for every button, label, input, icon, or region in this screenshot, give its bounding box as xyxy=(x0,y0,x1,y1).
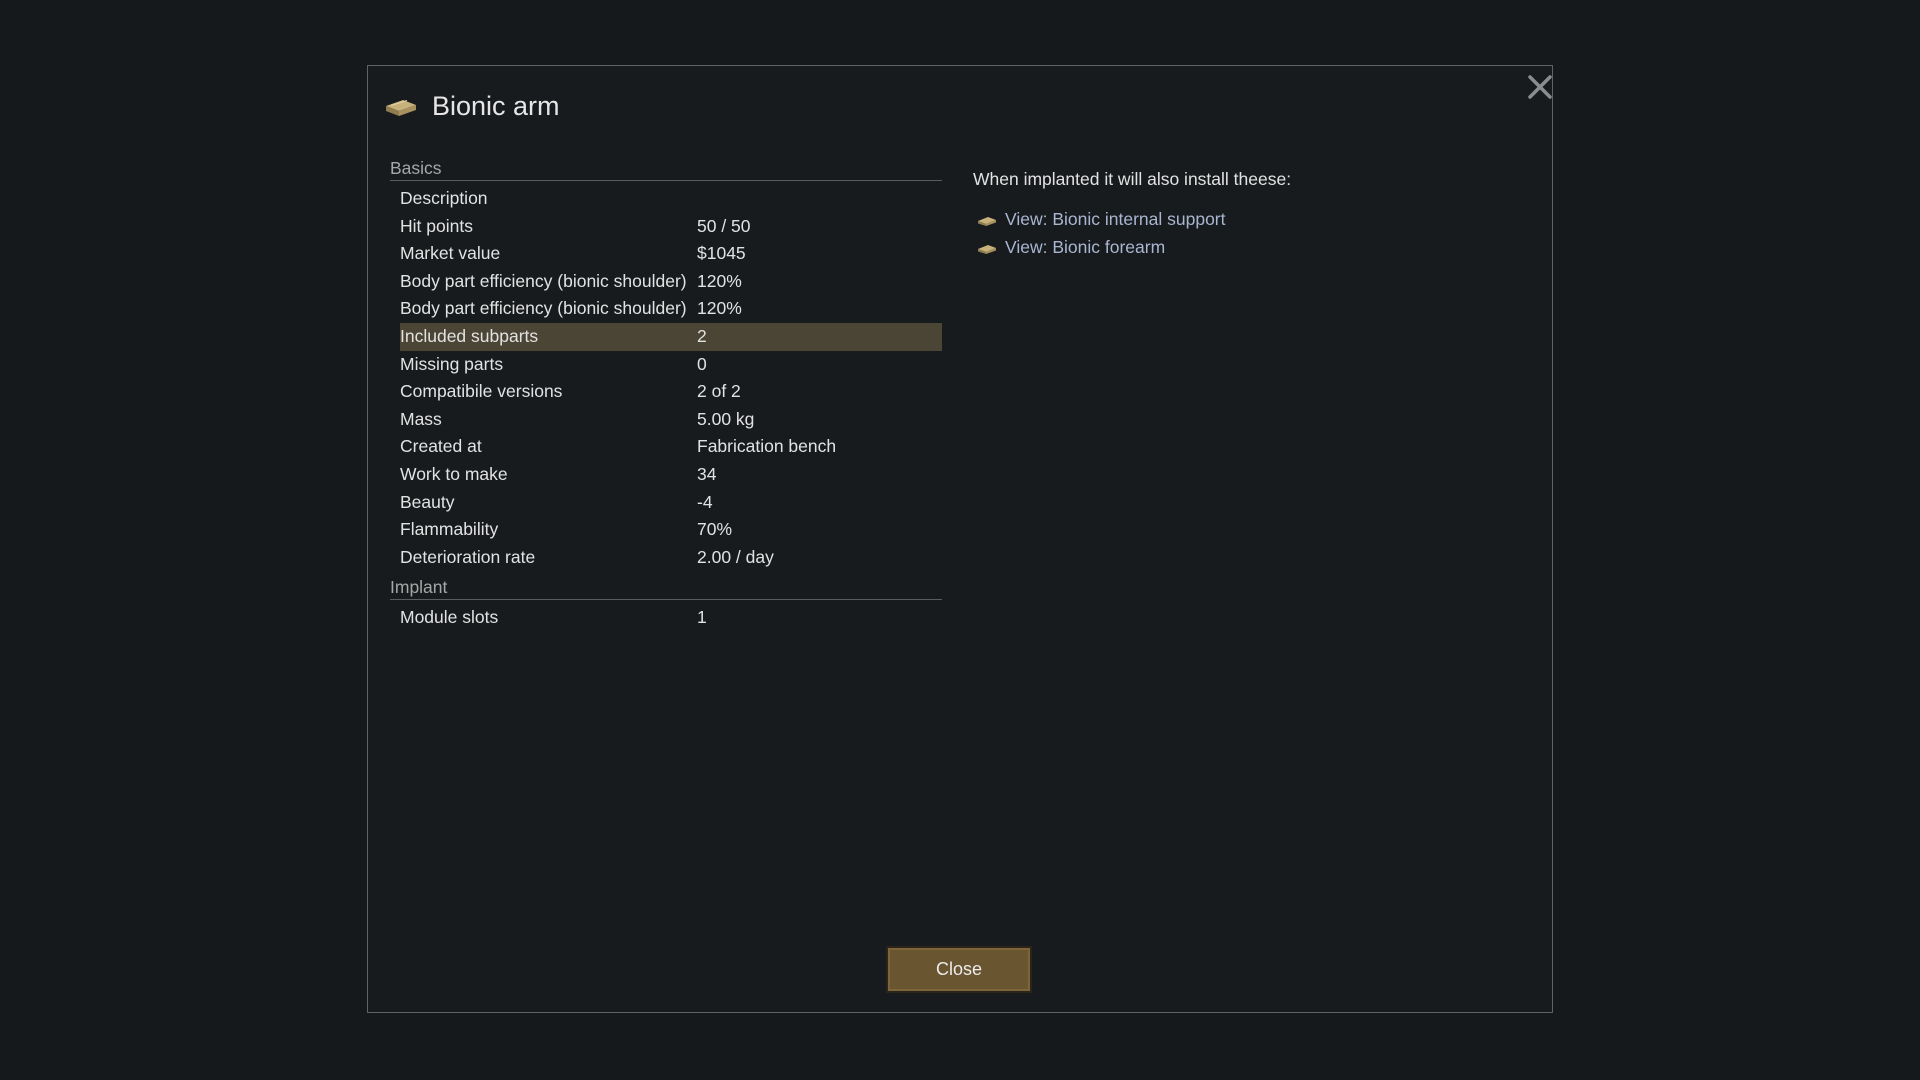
stat-label: Work to make xyxy=(400,463,508,484)
stat-row-created-at[interactable]: Created at Fabrication bench xyxy=(400,433,942,461)
stat-row-deterioration-rate[interactable]: Deterioration rate 2.00 / day xyxy=(400,544,942,572)
stat-row-module-slots[interactable]: Module slots 1 xyxy=(400,604,942,632)
stat-value: Fabrication bench xyxy=(697,436,837,457)
stat-value: 5.00 kg xyxy=(697,408,755,429)
stat-row-description[interactable]: Description xyxy=(400,185,942,213)
stat-row-missing-parts[interactable]: Missing parts 0 xyxy=(400,351,942,379)
link-label: View: Bionic internal support xyxy=(1005,208,1226,229)
stat-row-efficiency-1[interactable]: Body part efficiency (bionic shoulder) 1… xyxy=(400,268,942,296)
stat-label: Created at xyxy=(400,436,482,457)
section-header-implant: Implant xyxy=(390,576,942,601)
section-header-basics: Basics xyxy=(390,157,942,181)
stat-value: 70% xyxy=(697,519,733,540)
stat-value: 34 xyxy=(697,463,717,484)
stat-value: 120% xyxy=(697,298,742,319)
stat-row-compatible-versions[interactable]: Compatibile versions 2 of 2 xyxy=(400,378,942,406)
stat-row-hit-points[interactable]: Hit points 50 / 50 xyxy=(400,213,942,241)
title-row: Bionic arm xyxy=(383,86,560,126)
stat-value: $1045 xyxy=(697,243,746,264)
details-panel: When implanted it will also install thee… xyxy=(973,167,1513,261)
stat-row-included-subparts[interactable]: Included subparts 2 xyxy=(400,322,942,351)
stat-row-beauty[interactable]: Beauty -4 xyxy=(400,489,942,517)
stat-label: Mass xyxy=(400,408,442,429)
stat-label: Flammability xyxy=(400,519,499,540)
stat-row-efficiency-2[interactable]: Body part efficiency (bionic shoulder) 1… xyxy=(400,295,942,323)
stat-label: Description xyxy=(400,188,488,208)
bionic-part-icon xyxy=(977,240,997,254)
link-label: View: Bionic forearm xyxy=(1005,236,1166,257)
stat-row-work-to-make[interactable]: Work to make 34 xyxy=(400,461,942,489)
dialog-title: Bionic arm xyxy=(432,90,560,121)
stats-panel: Basics Description Hit points 50 / 50 Ma… xyxy=(390,157,942,632)
stat-value: 120% xyxy=(697,270,742,291)
stat-label: Included subparts xyxy=(400,325,539,346)
stat-value: 2.00 / day xyxy=(697,546,774,567)
stat-label: Market value xyxy=(400,243,501,264)
bionic-part-icon xyxy=(977,212,997,226)
stat-value: 2 xyxy=(697,325,707,346)
stat-row-market-value[interactable]: Market value $1045 xyxy=(400,240,942,268)
stat-label: Body part efficiency (bionic shoulder) xyxy=(400,270,687,291)
stat-label: Missing parts xyxy=(400,353,504,374)
stat-label: Hit points xyxy=(400,215,473,236)
link-bionic-internal-support[interactable]: View: Bionic internal support xyxy=(973,205,1513,233)
stat-value: 2 of 2 xyxy=(697,381,741,402)
stat-value: 50 / 50 xyxy=(697,215,751,236)
stat-label: Beauty xyxy=(400,491,455,512)
stat-label: Body part efficiency (bionic shoulder) xyxy=(400,298,687,319)
info-dialog: Bionic arm Basics Description Hit points… xyxy=(367,65,1553,1013)
stat-label: Module slots xyxy=(400,607,499,628)
stat-row-mass[interactable]: Mass 5.00 kg xyxy=(400,406,942,434)
stat-value: 0 xyxy=(697,353,707,374)
details-heading: When implanted it will also install thee… xyxy=(973,169,1292,189)
stat-value xyxy=(697,185,942,213)
close-x-icon[interactable] xyxy=(1525,72,1555,102)
stat-value: -4 xyxy=(697,491,713,512)
stat-row-flammability[interactable]: Flammability 70% xyxy=(400,516,942,544)
stat-label: Compatibile versions xyxy=(400,381,563,402)
stat-value: 1 xyxy=(697,607,707,628)
stat-label: Deterioration rate xyxy=(400,546,536,567)
link-bionic-forearm[interactable]: View: Bionic forearm xyxy=(973,233,1513,261)
close-button[interactable]: Close xyxy=(886,946,1032,993)
bionic-arm-icon xyxy=(383,92,419,120)
